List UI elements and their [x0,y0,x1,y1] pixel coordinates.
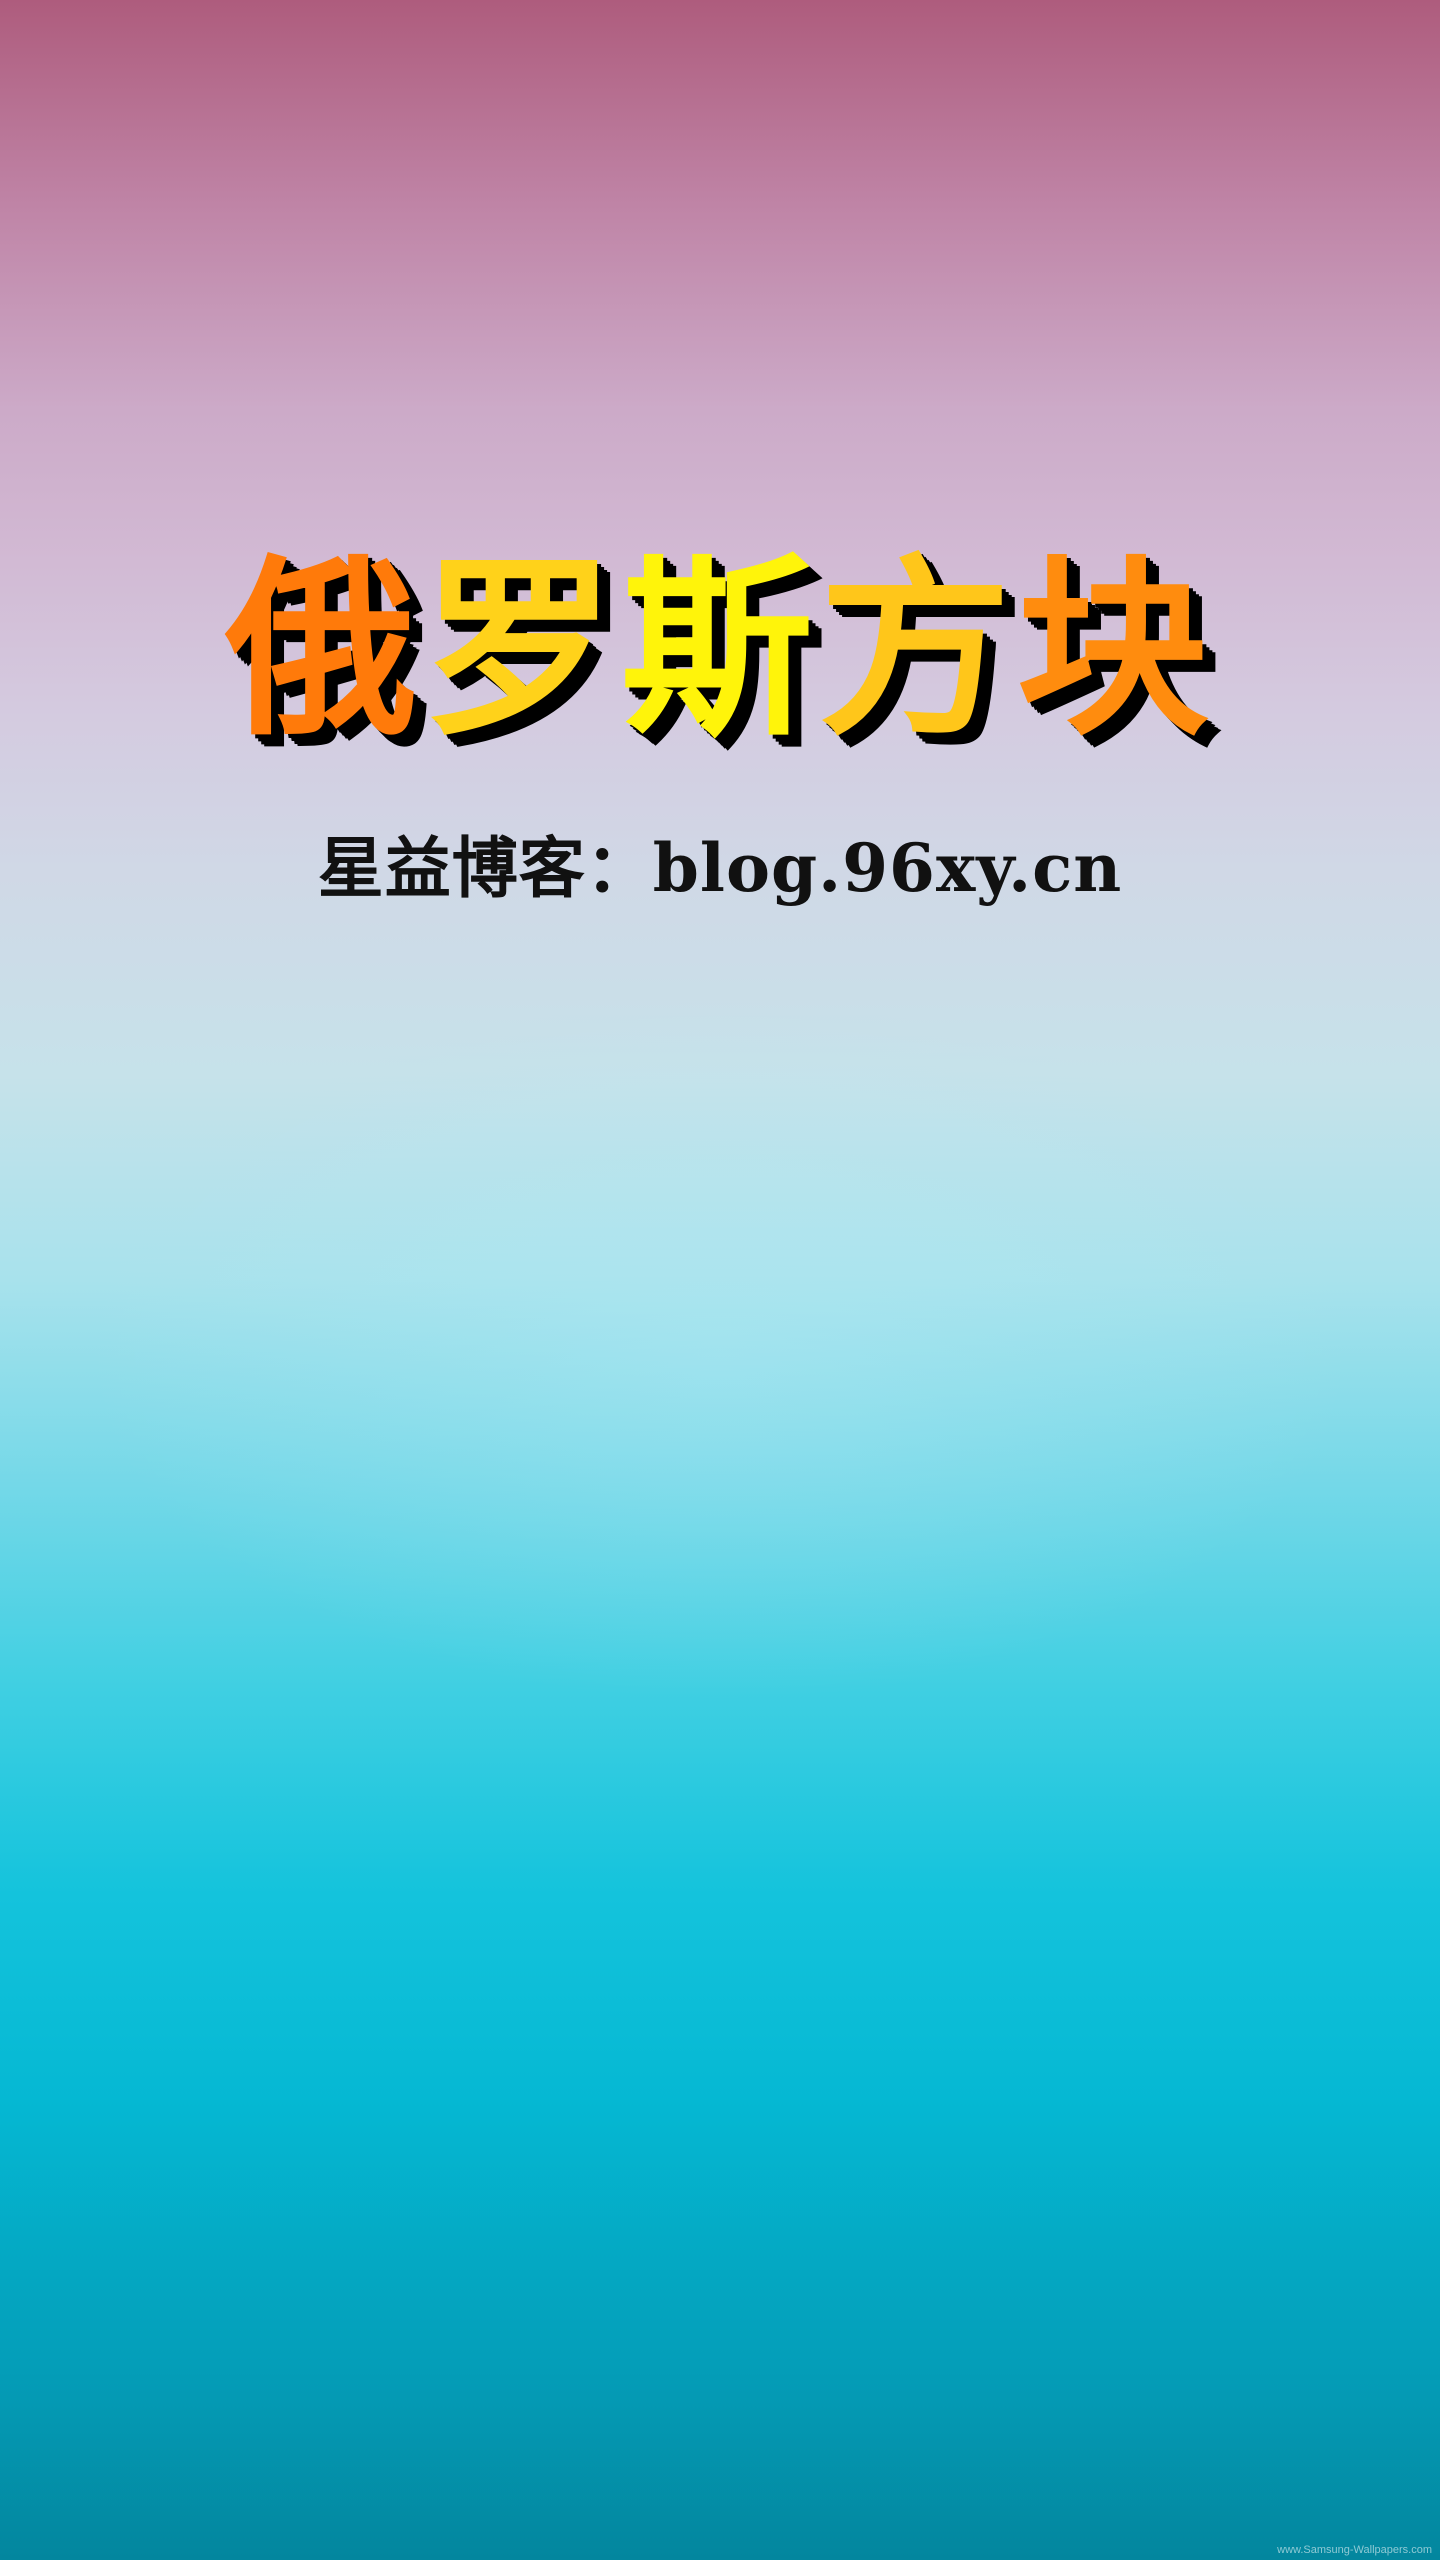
title-char-4: 方 [819,539,1017,762]
title-char-1: 俄 [225,539,423,762]
title-char-5: 块 [1017,539,1215,762]
app-title: 俄罗斯方块 [225,555,1215,747]
wallpaper-watermark: www.Samsung-Wallpapers.com [1277,2544,1432,2556]
title-char-3: 斯 [621,539,819,762]
hero-section: 俄罗斯方块 [0,555,1440,747]
title-char-2: 罗 [423,539,621,762]
blog-subtitle: 星益博客：blog.96xy.cn [317,829,1123,907]
